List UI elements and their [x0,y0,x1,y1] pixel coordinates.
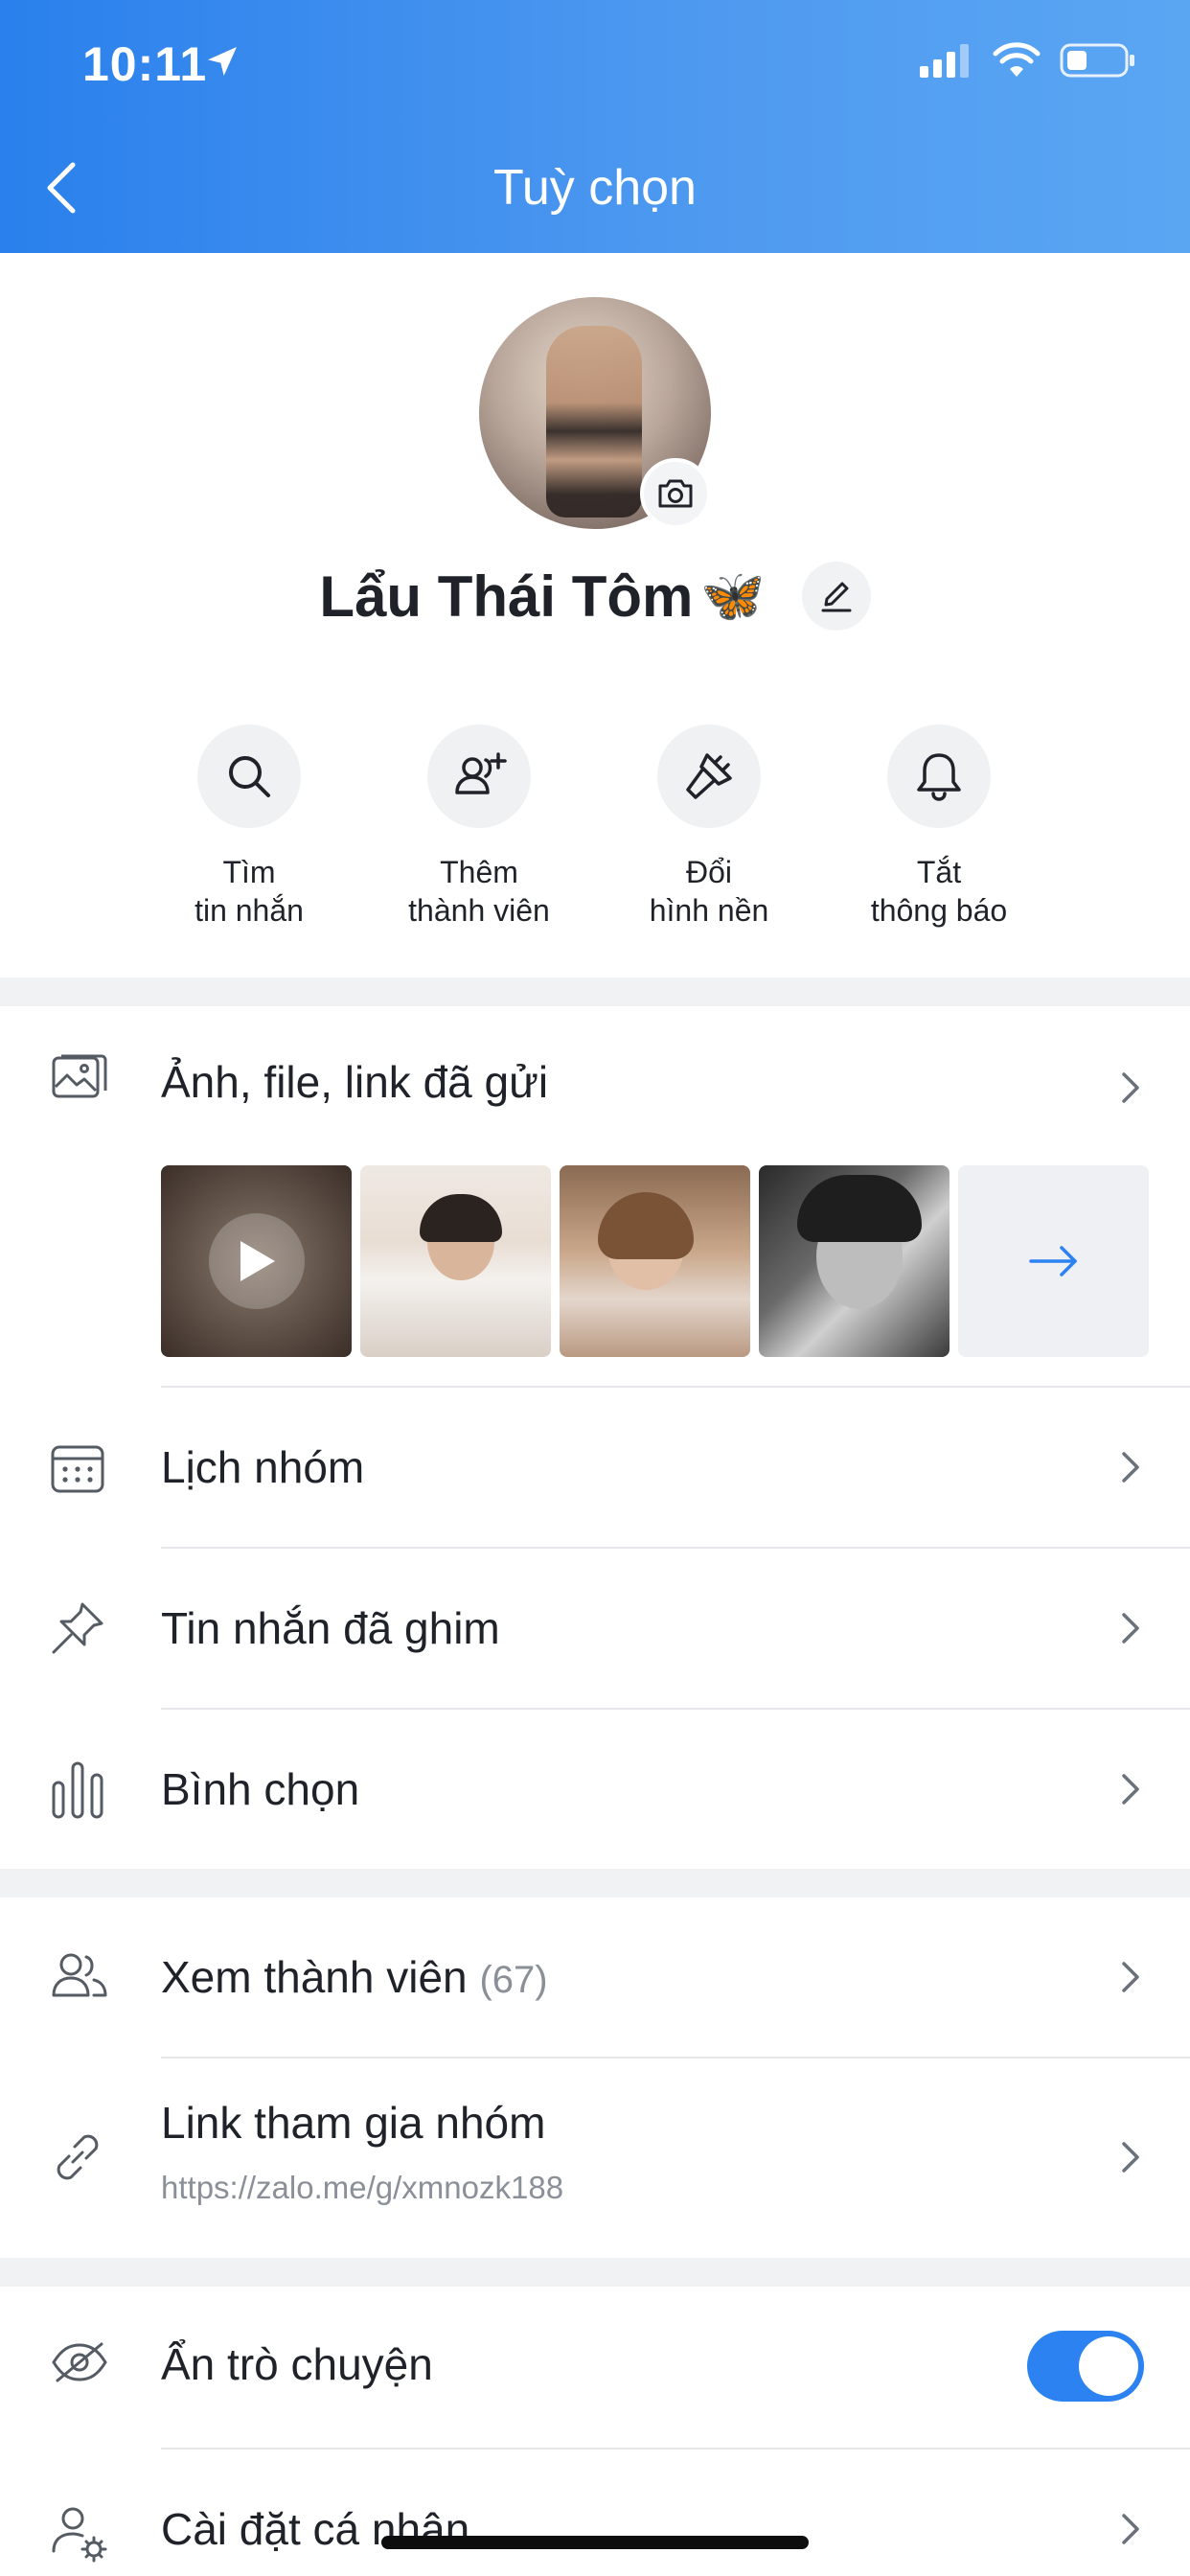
section-divider [0,1869,1190,1898]
invite-link-row[interactable]: Link tham gia nhóm https://zalo.me/g/xmn… [0,2058,1190,2256]
home-indicator [381,2536,809,2549]
hide-chat-row: Ẩn trò chuyện [0,2287,1190,2448]
search-messages-action[interactable]: Tìm tin nhắn [153,724,345,930]
qa-label-line1: Tắt [916,855,962,889]
battery-icon [1060,43,1134,78]
photo-hair [797,1175,922,1242]
search-messages-button[interactable] [197,724,301,828]
video-thumbnail[interactable] [161,1165,352,1357]
members-icon [52,1953,107,1997]
location-arrow-icon [208,47,237,76]
toggle-knob [1079,2336,1138,2396]
butterfly-emoji: 🦋 [700,566,766,625]
poll-label: Bình chọn [161,1764,360,1814]
change-wallpaper-button[interactable] [657,724,761,828]
header-bar: 10:11 Tuỳ chọn [0,0,1190,253]
invite-link-url[interactable]: https://zalo.me/g/xmnozk188 [161,2170,563,2206]
qa-label-line1: Thêm [440,855,518,889]
pinned-messages-label: Tin nhắn đã ghim [161,1603,500,1653]
media-thumbnails [161,1165,1149,1357]
hide-chat-toggle[interactable] [1027,2331,1144,2402]
photo-thumbnail[interactable] [560,1165,750,1357]
avatar-photo [546,326,642,518]
cellular-signal-icon [920,44,969,78]
view-members-text: Xem thành viên [161,1952,468,2002]
group-calendar-row[interactable]: Lịch nhóm [0,1388,1190,1547]
add-member-label: Thêm thành viên [383,853,575,930]
user-settings-icon [52,2507,107,2563]
qa-label-line2: thành viên [408,893,550,928]
chevron-right-icon [1122,1613,1139,1644]
media-files-links-label: Ảnh, file, link đã gửi [161,1057,549,1107]
photo-thumbnail[interactable] [759,1165,950,1357]
pencil-icon [821,582,852,612]
qa-label-line1: Tìm [222,855,276,889]
chevron-right-icon [1122,2142,1139,2173]
mute-notifications-label: Tắt thông báo [843,853,1035,930]
page-title: Tuỳ chọn [493,160,697,216]
wifi-icon [993,42,1041,77]
pinned-messages-row[interactable]: Tin nhắn đã ghim [0,1549,1190,1708]
mute-notifications-button[interactable] [887,724,991,828]
poll-chart-icon [52,1761,103,1819]
change-wallpaper-label: Đổi hình nền [613,853,805,930]
edit-name-button[interactable] [801,562,871,631]
bell-icon [917,753,961,801]
group-name: Lẩu Thái Tôm [319,564,694,629]
search-icon [229,756,270,797]
section-divider [0,978,1190,1006]
chevron-right-icon [1122,1774,1139,1805]
calendar-icon [51,1445,104,1493]
change-wallpaper-action[interactable]: Đổi hình nền [613,724,805,930]
change-avatar-button[interactable] [640,458,711,529]
view-more-media-button[interactable] [958,1165,1149,1357]
chevron-right-icon [1122,1452,1139,1483]
qa-label-line2: hình nền [649,893,769,928]
photo-hair [598,1192,694,1259]
media-files-links-row[interactable]: Ảnh, file, link đã gửi [0,1006,1190,1137]
group-name-row: Lẩu Thái Tôm 🦋 [0,562,1190,631]
invite-link-label: Link tham gia nhóm [161,2098,546,2148]
chevron-right-icon [1122,1072,1139,1103]
section-divider [0,2258,1190,2287]
camera-icon [658,479,693,508]
search-messages-label: Tìm tin nhắn [153,853,345,930]
chevron-right-icon [1122,2514,1139,2544]
status-indicators [920,42,1136,79]
arrow-right-icon [1028,1246,1077,1276]
group-calendar-label: Lịch nhóm [161,1442,365,1492]
add-member-action[interactable]: Thêm thành viên [383,724,575,930]
qa-label-line2: thông báo [870,893,1008,928]
hide-chat-label: Ẩn trò chuyện [161,2339,433,2389]
poll-row[interactable]: Bình chọn [0,1710,1190,1869]
photo-hair [420,1194,502,1242]
eye-hidden-icon [52,2342,107,2382]
personal-settings-row[interactable]: Cài đặt cá nhân [0,2450,1190,2576]
photo-thumbnail[interactable] [360,1165,551,1357]
play-button[interactable] [209,1213,305,1309]
paint-brush-icon [686,753,732,799]
qa-label-line1: Đổi [685,855,732,889]
pin-icon [52,1602,103,1654]
mute-notifications-action[interactable]: Tắt thông báo [843,724,1035,930]
view-members-label: Xem thành viên (67) [161,1951,548,2003]
add-member-button[interactable] [427,724,531,828]
chevron-right-icon [1122,1962,1139,1992]
status-time: 10:11 [82,37,208,91]
link-icon [57,2134,99,2180]
view-members-row[interactable]: Xem thành viên (67) [0,1898,1190,2057]
photo-gallery-icon [52,1054,107,1098]
add-member-icon [455,752,507,794]
qa-label-line2: tin nhắn [195,893,304,928]
member-count: (67) [479,1959,548,2001]
play-icon [240,1241,275,1281]
